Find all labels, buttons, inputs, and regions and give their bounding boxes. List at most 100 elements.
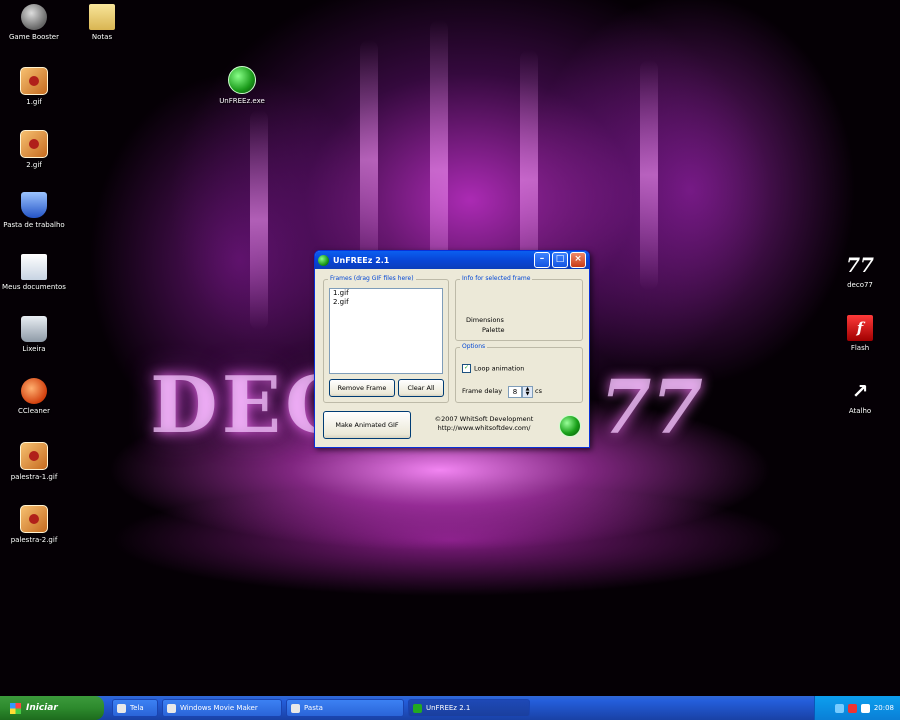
desktop-icon-game-booster[interactable]: Game Booster xyxy=(0,4,72,42)
frame-delay-input[interactable]: 8 xyxy=(508,386,522,398)
start-button[interactable]: Iniciar xyxy=(0,696,104,720)
loop-animation-checkbox[interactable]: ✓ xyxy=(462,364,471,373)
clock: 20:08 xyxy=(873,704,894,712)
movie-maker-icon xyxy=(167,703,176,713)
ccleaner-icon xyxy=(21,378,47,404)
icon-label: Notas xyxy=(91,33,113,41)
folder-icon xyxy=(291,703,300,713)
unfreez-dialog: UnFREEz 2.1 – □ × Frames (drag GIF files… xyxy=(314,250,590,448)
taskbar-item-pasta[interactable]: Pasta xyxy=(286,699,404,717)
unfreez-app-icon xyxy=(413,703,422,713)
delay-unit-label: cs xyxy=(535,387,542,395)
icon-label: CCleaner xyxy=(18,407,50,415)
volume-icon[interactable] xyxy=(860,703,870,713)
game-booster-icon xyxy=(21,4,47,30)
icon-label: deco77 xyxy=(847,281,873,289)
website-link[interactable]: http://www.whitsoftdev.com/ xyxy=(419,424,549,433)
desktop-icon-pasta-trabalho[interactable]: Pasta de trabalho xyxy=(0,192,72,230)
desktop-icon-my-documents[interactable]: Meus documentos xyxy=(0,254,72,292)
deco77-logo-icon: 77 xyxy=(846,253,874,277)
desktop-icon-gif-1[interactable]: 1.gif xyxy=(0,67,72,107)
make-animated-gif-button[interactable]: Make Animated GIF xyxy=(323,411,411,439)
frames-list[interactable]: 1.gif 2.gif xyxy=(329,288,443,374)
desktop-icon-deco77[interactable]: 77 deco77 xyxy=(822,252,898,290)
desktop-icon-unfreez[interactable]: UnFREEz.exe xyxy=(204,66,280,106)
credits-text: ©2007 WhitSoft Development http://www.wh… xyxy=(419,415,549,433)
icon-label: Pasta de trabalho xyxy=(3,221,65,229)
list-item[interactable]: 2.gif xyxy=(330,298,442,307)
wallpaper-suffix: 77 xyxy=(600,365,703,451)
list-item[interactable]: 1.gif xyxy=(330,289,442,298)
gif-file-icon xyxy=(20,505,48,533)
icon-label: UnFREEz.exe xyxy=(219,97,265,105)
icon-label: palestra-2.gif xyxy=(10,536,58,544)
icon-label: palestra-1.gif xyxy=(10,473,58,481)
globe-icon xyxy=(559,415,581,437)
folder-icon xyxy=(89,4,115,30)
desktop-icon-ccleaner[interactable]: CCleaner xyxy=(0,378,72,416)
desktop-icon-recycle-bin[interactable]: Lixeira xyxy=(0,316,72,354)
network-icon[interactable] xyxy=(834,703,844,713)
desktop-icon-shortcut[interactable]: ↗ Atalho xyxy=(822,378,898,416)
frames-group-label: Frames (drag GIF files here) xyxy=(328,275,416,282)
gif-file-icon xyxy=(20,67,48,95)
desktop-icon-gif-2[interactable]: 2.gif xyxy=(0,130,72,170)
dimensions-label: Dimensions xyxy=(466,316,504,324)
options-group: Options ✓ Loop animation Frame delay 8 ▲ ▼… xyxy=(455,343,583,403)
frames-group: Frames (drag GIF files here) 1.gif 2.gif… xyxy=(323,275,449,403)
taskbar-item-unfreez[interactable]: UnFREEz 2.1 xyxy=(408,699,530,717)
task-label: UnFREEz 2.1 xyxy=(426,704,471,712)
system-tray: 20:08 xyxy=(814,696,900,720)
icon-label: 1.gif xyxy=(26,98,42,106)
options-group-label: Options xyxy=(460,343,488,350)
copyright-line: ©2007 WhitSoft Development xyxy=(434,415,534,423)
close-button[interactable]: × xyxy=(570,252,586,268)
icon-label: Game Booster xyxy=(8,33,59,41)
taskbar-item-tela[interactable]: Tela xyxy=(112,699,158,717)
icon-label: Flash xyxy=(850,344,870,352)
dialog-titlebar[interactable]: UnFREEz 2.1 – □ × xyxy=(315,251,589,269)
document-icon xyxy=(21,254,47,280)
gif-file-icon xyxy=(20,130,48,158)
security-icon[interactable] xyxy=(847,703,857,713)
window-icon xyxy=(117,703,126,713)
info-group: Info for selected frame Dimensions Palet… xyxy=(455,275,583,341)
icon-label: Lixeira xyxy=(22,345,46,353)
wallpaper-streak xyxy=(250,110,268,330)
flash-icon: f xyxy=(847,315,873,341)
task-label: Pasta xyxy=(304,704,323,712)
dialog-title: UnFREEz 2.1 xyxy=(333,255,390,265)
taskbar: Iniciar Tela Windows Movie Maker Pasta U… xyxy=(0,696,900,720)
desktop: DECO 77 Game Booster Notas 1.gif UnFREEz… xyxy=(0,0,900,696)
palette-label: Palette xyxy=(482,326,505,334)
unfreez-app-icon xyxy=(318,254,329,266)
shield-icon xyxy=(21,192,47,218)
frame-delay-spinner[interactable]: ▲ ▼ xyxy=(522,386,533,398)
wallpaper-streak xyxy=(360,40,378,280)
task-label: Windows Movie Maker xyxy=(180,704,258,712)
wallpaper-streak xyxy=(640,60,658,290)
desktop-icon-palestra-2[interactable]: palestra-2.gif xyxy=(0,505,72,545)
gif-file-icon xyxy=(20,442,48,470)
shortcut-arrow-icon: ↗ xyxy=(851,379,869,403)
loop-animation-option[interactable]: ✓ Loop animation xyxy=(462,364,524,373)
loop-animation-label: Loop animation xyxy=(474,364,525,373)
start-label: Iniciar xyxy=(26,703,58,713)
minimize-button[interactable]: – xyxy=(534,252,550,268)
recycle-bin-icon xyxy=(21,316,47,342)
icon-label: Atalho xyxy=(848,407,872,415)
icon-label: 2.gif xyxy=(26,161,42,169)
desktop-icon-palestra-1[interactable]: palestra-1.gif xyxy=(0,442,72,482)
icon-label: Meus documentos xyxy=(2,283,66,291)
maximize-button[interactable]: □ xyxy=(552,252,568,268)
clear-all-button[interactable]: Clear All xyxy=(398,379,444,397)
info-group-label: Info for selected frame xyxy=(460,275,533,282)
desktop-icon-flash[interactable]: f Flash xyxy=(822,315,898,353)
taskbar-item-movie-maker[interactable]: Windows Movie Maker xyxy=(162,699,282,717)
windows-logo-icon xyxy=(10,702,21,714)
unfreez-app-icon xyxy=(228,66,256,94)
remove-frame-button[interactable]: Remove Frame xyxy=(329,379,395,397)
frame-delay-label: Frame delay xyxy=(462,387,503,395)
task-label: Tela xyxy=(130,704,144,712)
desktop-icon-notas[interactable]: Notas xyxy=(64,4,140,42)
